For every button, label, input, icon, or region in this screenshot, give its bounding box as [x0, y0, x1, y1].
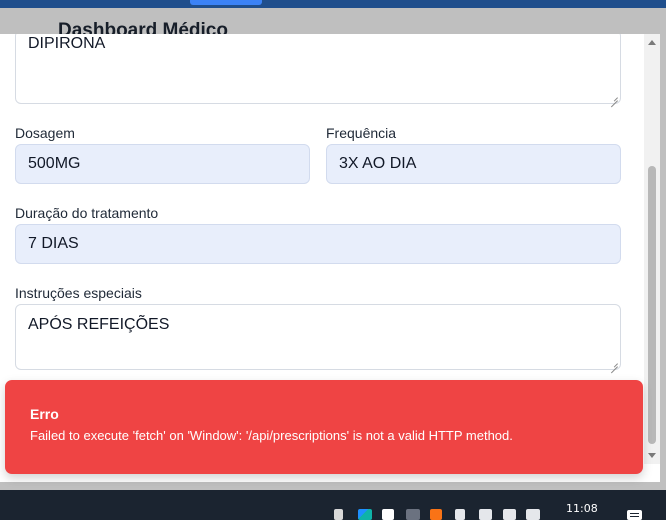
- resize-handle-icon[interactable]: [611, 94, 618, 101]
- toast-message: Failed to execute 'fetch' on 'Window': '…: [30, 428, 513, 443]
- instructions-value: APÓS REFEIÇÕES: [28, 316, 170, 333]
- dosage-input[interactable]: 500MG: [15, 144, 310, 184]
- display-icon[interactable]: [479, 509, 492, 520]
- usb-icon[interactable]: [334, 509, 343, 520]
- scroll-up-arrow-icon[interactable]: [648, 40, 656, 45]
- modal-scrollbar[interactable]: [644, 34, 660, 464]
- scroll-down-arrow-icon[interactable]: [648, 453, 656, 458]
- duration-value: 7 DIAS: [28, 235, 79, 252]
- medication-value: DIPIRONA: [28, 35, 106, 52]
- resize-handle-icon[interactable]: [611, 360, 618, 367]
- volume-icon[interactable]: [526, 509, 540, 520]
- taskbar-clock[interactable]: 11:08: [566, 502, 598, 515]
- battery-icon[interactable]: [455, 509, 465, 520]
- orange-app-icon[interactable]: [430, 509, 442, 520]
- active-nav-tab[interactable]: [190, 0, 262, 5]
- instructions-label: Instruções especiais: [15, 285, 142, 301]
- notification-icon[interactable]: [627, 510, 642, 520]
- duration-input[interactable]: 7 DIAS: [15, 224, 621, 264]
- windows-security-icon[interactable]: [382, 509, 394, 520]
- frequency-label: Frequência: [326, 125, 397, 141]
- taskbar: 11:08: [0, 490, 666, 520]
- frequency-input[interactable]: 3X AO DIA: [326, 144, 621, 184]
- vscode-icon[interactable]: [358, 509, 372, 520]
- toast-title: Erro: [30, 406, 59, 422]
- medication-textarea[interactable]: DIPIRONA: [15, 34, 621, 104]
- network-icon[interactable]: [503, 509, 516, 520]
- duration-label: Duração do tratamento: [15, 205, 159, 221]
- app-header-bar: [0, 0, 666, 8]
- scrollbar-thumb[interactable]: [648, 166, 656, 444]
- app-tray-icon[interactable]: [406, 509, 420, 520]
- dosage-label: Dosagem: [15, 125, 75, 141]
- error-toast: Erro Failed to execute 'fetch' on 'Windo…: [5, 380, 643, 474]
- instructions-textarea[interactable]: APÓS REFEIÇÕES: [15, 304, 621, 370]
- frequency-value: 3X AO DIA: [339, 155, 417, 172]
- dosage-value: 500MG: [28, 155, 81, 172]
